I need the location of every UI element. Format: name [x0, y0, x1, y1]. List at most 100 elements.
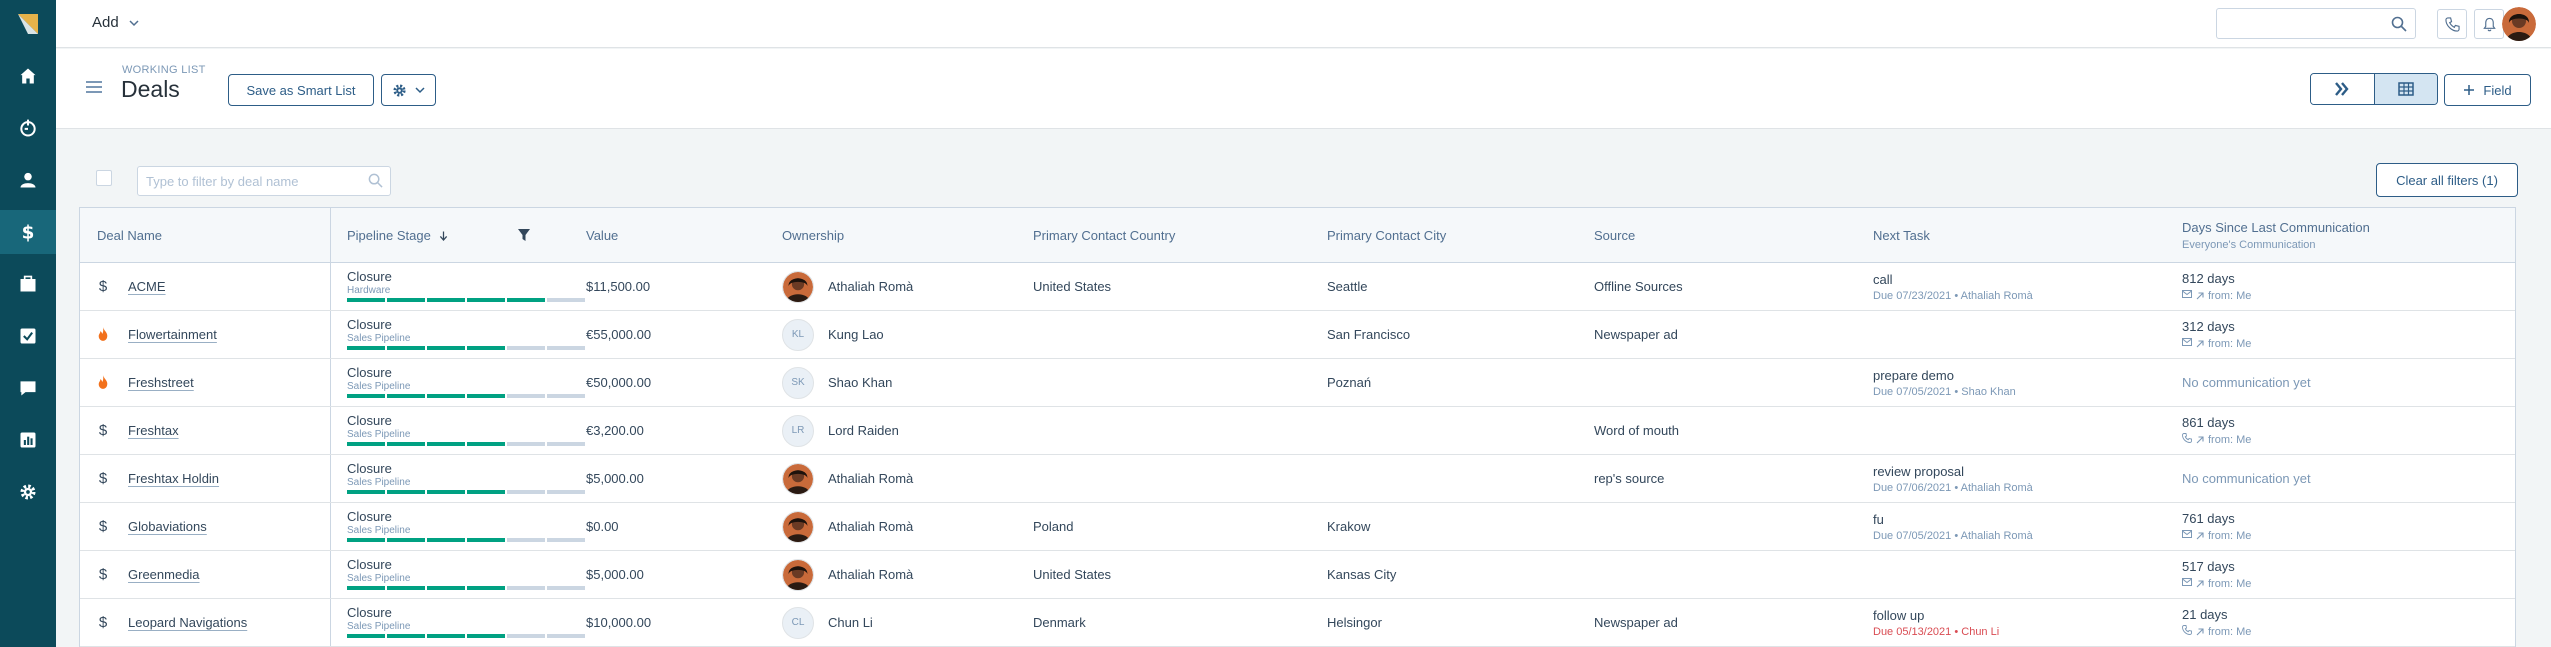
mail-icon: [2182, 577, 2192, 590]
menu-hamburger-icon[interactable]: [86, 81, 102, 93]
stage-progress-bar: [347, 634, 585, 638]
add-field-button[interactable]: Field: [2444, 74, 2531, 106]
progress-segment: [347, 298, 385, 302]
column-header-ownership[interactable]: Ownership: [782, 208, 844, 263]
phone-icon: [2182, 625, 2192, 638]
ownership-cell[interactable]: SK Shao Khan: [782, 359, 892, 406]
deal-name-link[interactable]: Globaviations: [128, 519, 207, 534]
progress-segment: [347, 346, 385, 350]
owner-avatar: KL: [782, 318, 814, 351]
chat-bubble-icon[interactable]: [16, 376, 40, 400]
table-row[interactable]: $ ACME Closure Hardware $11,500.00 Athaliah R…: [80, 263, 2515, 311]
outgoing-arrow-icon: [2196, 291, 2204, 299]
user-avatar[interactable]: [2502, 7, 2536, 41]
progress-segment: [547, 346, 585, 350]
table-grid-icon: [2398, 82, 2414, 96]
home-icon[interactable]: [16, 64, 40, 88]
outgoing-arrow-icon: [2196, 435, 2204, 443]
table-row[interactable]: $ Freshtax Closure Sales Pipeline €3,200.00 L…: [80, 407, 2515, 455]
column-header-next-task[interactable]: Next Task: [1873, 208, 1930, 263]
column-header-deal-name[interactable]: Deal Name: [97, 208, 162, 263]
contacts-icon[interactable]: [16, 168, 40, 192]
table-row[interactable]: $ Leopard Navigations Closure Sales Pipelin…: [80, 599, 2515, 647]
table-row[interactable]: $ Freshtax Holdin Closure Sales Pipeline $5,…: [80, 455, 2515, 503]
ownership-cell[interactable]: CL Chun Li: [782, 599, 873, 646]
next-task-cell[interactable]: fu Due 07/05/2021 • Athaliah Romà: [1873, 503, 2033, 550]
owner-name: Shao Khan: [828, 375, 893, 390]
pipeline-view-button[interactable]: [2311, 74, 2374, 104]
stage-name: Closure: [347, 509, 392, 524]
add-menu-button[interactable]: Add: [92, 14, 139, 31]
reports-bar-chart-icon[interactable]: [16, 428, 40, 452]
save-as-smart-list-button[interactable]: Save as Smart List: [228, 74, 374, 106]
filter-funnel-icon[interactable]: [517, 228, 531, 242]
notifications-button[interactable]: [2474, 9, 2504, 39]
deal-name-link[interactable]: Greenmedia: [128, 567, 200, 582]
phone-button[interactable]: [2437, 9, 2467, 39]
deal-name-link[interactable]: Leopard Navigations: [128, 615, 247, 630]
communication-detail: from: Me: [2182, 529, 2251, 542]
deal-name-link[interactable]: ACME: [128, 279, 166, 294]
stage-progress-bar: [347, 346, 585, 350]
progress-segment: [387, 394, 425, 398]
list-eyebrow: WORKING LIST: [122, 64, 206, 76]
country-cell: Poland: [1033, 519, 1074, 534]
deal-name-filter-input[interactable]: [137, 166, 391, 196]
settings-gear-icon[interactable]: [16, 480, 40, 504]
dollar-icon: $: [98, 517, 108, 535]
select-all-checkbox[interactable]: [96, 170, 112, 186]
source-cell: Newspaper ad: [1594, 327, 1678, 342]
days-count: 812 days: [2182, 271, 2235, 286]
deal-name-link[interactable]: Freshtax: [128, 423, 179, 438]
progress-segment: [507, 490, 545, 494]
table-view-button[interactable]: [2373, 74, 2437, 104]
table-row[interactable]: $ Greenmedia Closure Sales Pipeline $5,000.0…: [80, 551, 2515, 599]
ownership-cell[interactable]: Athaliah Romà: [782, 455, 913, 502]
list-settings-button[interactable]: [381, 74, 436, 106]
column-header-country[interactable]: Primary Contact Country: [1033, 208, 1175, 263]
pipeline-name: Sales Pipeline: [347, 477, 411, 488]
deals-table: Deal Name Pipeline Stage Value Ownership…: [79, 207, 2516, 647]
source-cell: Newspaper ad: [1594, 615, 1678, 630]
add-label: Add: [92, 14, 119, 31]
table-row[interactable]: $ Globaviations Closure Sales Pipeline $0.00…: [80, 503, 2515, 551]
progress-segment: [387, 586, 425, 590]
next-task-cell[interactable]: prepare demo Due 07/05/2021 • Shao Khan: [1873, 359, 2016, 406]
next-task-cell[interactable]: call Due 07/23/2021 • Athaliah Romà: [1873, 263, 2033, 310]
column-header-value[interactable]: Value: [586, 208, 618, 263]
deal-name-link[interactable]: Freshtax Holdin: [128, 471, 219, 486]
view-toggle: [2310, 73, 2438, 105]
source-cell: Offline Sources: [1594, 279, 1683, 294]
products-box-icon[interactable]: [16, 272, 40, 296]
stage-name: Closure: [347, 557, 392, 572]
progress-segment: [427, 298, 465, 302]
stage-name: Closure: [347, 365, 392, 380]
sales-funnel-icon[interactable]: [16, 116, 40, 140]
table-row[interactable]: Flowertainment Closure Sales Pipeline €55,0…: [80, 311, 2515, 359]
task-due: Due 07/23/2021 • Athaliah Romà: [1873, 289, 2033, 302]
ownership-cell[interactable]: Athaliah Romà: [782, 551, 913, 598]
ownership-cell[interactable]: Athaliah Romà: [782, 503, 913, 550]
progress-segment: [547, 586, 585, 590]
app-logo-icon[interactable]: [16, 12, 40, 36]
column-header-pipeline-stage[interactable]: Pipeline Stage: [347, 208, 448, 263]
deal-name-link[interactable]: Flowertainment: [128, 327, 217, 342]
global-search-input[interactable]: [2216, 8, 2416, 39]
progress-segment: [467, 586, 505, 590]
gear-icon: [393, 83, 406, 97]
ownership-cell[interactable]: KL Kung Lao: [782, 311, 884, 358]
deals-dollar-icon[interactable]: $: [0, 210, 56, 254]
pipeline-name: Sales Pipeline: [347, 573, 411, 584]
ownership-cell[interactable]: Athaliah Romà: [782, 263, 913, 310]
table-row[interactable]: Freshstreet Closure Sales Pipeline €50,000.…: [80, 359, 2515, 407]
next-task-cell[interactable]: review proposal Due 07/06/2021 • Athaliah…: [1873, 455, 2033, 502]
deal-name-link[interactable]: Freshstreet: [128, 375, 194, 390]
column-header-city[interactable]: Primary Contact City: [1327, 208, 1446, 263]
next-task-cell[interactable]: follow up Due 05/13/2021 • Chun Li: [1873, 599, 1999, 646]
column-header-days-since-communication[interactable]: Days Since Last Communication Everyone's…: [2182, 208, 2370, 263]
ownership-cell[interactable]: LR Lord Raiden: [782, 407, 899, 454]
stage-progress-bar: [347, 394, 585, 398]
clear-all-filters-button[interactable]: Clear all filters (1): [2376, 163, 2518, 197]
tasks-checkbox-icon[interactable]: [16, 324, 40, 348]
column-header-source[interactable]: Source: [1594, 208, 1635, 263]
